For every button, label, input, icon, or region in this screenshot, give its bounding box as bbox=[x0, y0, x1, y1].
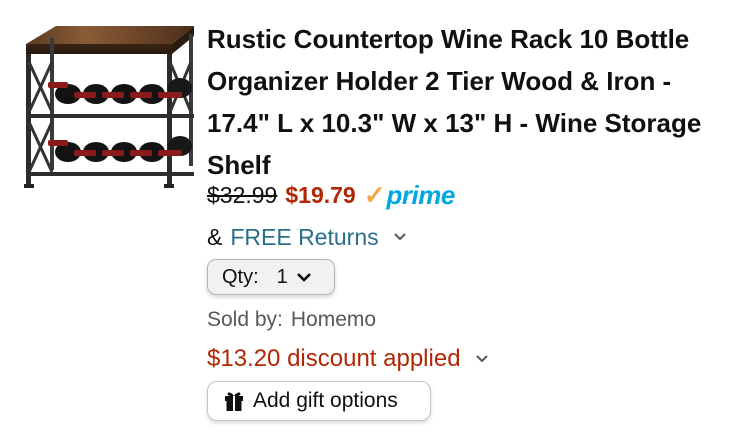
sold-by-row: Sold by: Homemo bbox=[207, 308, 376, 332]
prime-badge: ✓ prime bbox=[363, 180, 456, 210]
quantity-selector[interactable]: Qty: 1 bbox=[207, 259, 335, 295]
quantity-label: Qty: bbox=[222, 265, 259, 288]
returns-prefix: & bbox=[207, 223, 223, 250]
quantity-value: 1 bbox=[276, 265, 288, 288]
gift-label: Add gift options bbox=[253, 389, 398, 412]
prime-check-icon: ✓ bbox=[363, 180, 386, 210]
add-gift-options-button[interactable]: Add gift options bbox=[207, 381, 431, 421]
discount-label: $13.20 discount applied bbox=[207, 345, 461, 372]
free-returns-link[interactable]: FREE Returns bbox=[230, 224, 378, 251]
discount-chevron-down-icon bbox=[475, 354, 489, 364]
gift-icon bbox=[223, 390, 245, 412]
list-price: $32.99 bbox=[207, 181, 278, 208]
sold-by-label: Sold by: bbox=[207, 308, 283, 331]
prime-label: prime bbox=[386, 180, 456, 210]
price-row: $32.99 $19.79 ✓ prime bbox=[207, 175, 455, 215]
seller-name: Homemo bbox=[290, 308, 377, 331]
discount-row[interactable]: $13.20 discount applied bbox=[207, 340, 489, 378]
quantity-chevron-down-icon bbox=[296, 271, 312, 283]
product-image[interactable] bbox=[12, 22, 198, 190]
sale-price: $19.79 bbox=[285, 181, 356, 208]
product-title[interactable]: Rustic Countertop Wine Rack 10 Bottle Or… bbox=[207, 18, 732, 186]
wine-rack-image bbox=[24, 26, 194, 188]
returns-row: & FREE Returns bbox=[207, 219, 407, 255]
returns-chevron-down-icon[interactable] bbox=[393, 232, 407, 242]
